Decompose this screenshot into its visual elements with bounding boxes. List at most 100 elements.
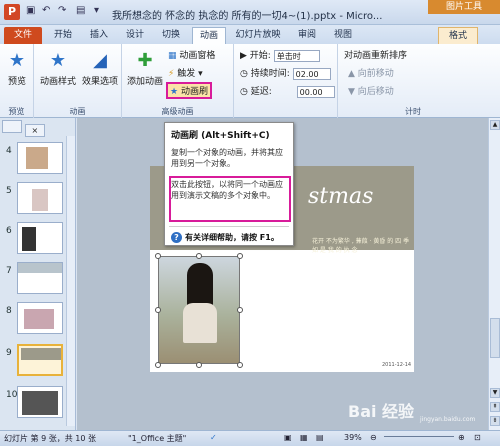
animation-pane-label: 动画窗格 [179, 51, 216, 61]
canvas-scrollbar[interactable]: ▲ ▼ ⇞ ⇟ [488, 118, 500, 430]
slide-thumbnail[interactable] [17, 262, 63, 294]
animation-painter-button[interactable]: ★ 动画刷 [166, 82, 212, 99]
panel-scrollbar[interactable] [66, 136, 75, 426]
next-slide-icon[interactable]: ⇟ [490, 416, 500, 426]
slide-thumbnail[interactable] [17, 386, 63, 418]
effect-options-button[interactable]: ◢ 效果选项 [80, 50, 120, 87]
slide-thumbnail-selected[interactable] [17, 344, 63, 376]
delay-label: 延迟: [250, 87, 272, 97]
up-arrow-icon: ▲ [348, 69, 355, 79]
slides-tab[interactable] [2, 120, 22, 133]
window-title: 我所想念的 怀念的 执念的 所有的一切4~(1).pptx - Micro... [112, 11, 383, 22]
down-arrow-icon: ▼ [348, 87, 355, 97]
slide-thumbnail[interactable] [17, 222, 63, 254]
save-icon[interactable]: ▣ [26, 5, 35, 16]
tab-view[interactable]: 视图 [328, 27, 358, 44]
resize-handle[interactable] [237, 307, 243, 313]
normal-view-icon[interactable]: ▣ [284, 433, 292, 442]
reorder-title: 对动画重新排序 [344, 51, 408, 61]
picture-tools-label: 图片工具 [428, 0, 500, 14]
scroll-up-icon[interactable]: ▲ [490, 120, 500, 130]
slide-number: 10 [6, 390, 18, 400]
tooltip-description: 复制一个对象的动画，并将其应用到另一个对象。 [171, 148, 283, 168]
preview-label: 预览 [7, 77, 26, 87]
add-animation-icon: ✚ [137, 50, 153, 71]
resize-handle[interactable] [155, 362, 161, 368]
scroll-thumb[interactable] [490, 318, 500, 358]
animation-styles-button[interactable]: ★ 动画样式 [38, 50, 78, 87]
animation-pane-button[interactable]: ▦ 动画窗格 [168, 48, 215, 61]
move-later-label: 向后移动 [357, 87, 394, 97]
photo-figure-dress [183, 303, 217, 343]
tab-format[interactable]: 格式 [438, 27, 478, 44]
add-animation-label: 添加动画 [126, 77, 163, 87]
duration-input[interactable]: 02.00 [292, 67, 331, 80]
prev-slide-icon[interactable]: ⇞ [490, 402, 500, 412]
start-select[interactable]: 单击时 [273, 49, 320, 62]
delay-input[interactable]: 00.00 [296, 85, 335, 98]
move-earlier-label: 向前移动 [357, 69, 394, 79]
resize-handle[interactable] [155, 307, 161, 313]
reading-view-icon[interactable]: ▤ [316, 433, 324, 442]
resize-handle[interactable] [155, 253, 161, 259]
effect-options-label: 效果选项 [81, 77, 118, 87]
zoom-in-icon[interactable]: ⊕ [458, 433, 465, 442]
animation-pane-icon: ▦ [168, 51, 177, 61]
selected-photo[interactable] [158, 256, 240, 364]
tab-review[interactable]: 审阅 [292, 27, 322, 44]
tab-insert[interactable]: 插入 [84, 27, 114, 44]
trigger-label: 触发 [177, 69, 196, 79]
zoom-slider[interactable] [384, 436, 454, 442]
add-animation-button[interactable]: ✚ 添加动画 [126, 50, 164, 87]
sorter-view-icon[interactable]: ▦ [300, 433, 308, 442]
title-art: stmas [308, 184, 374, 209]
tooltip-help: ? 有关详细帮助，请按 F1。 [171, 232, 279, 243]
qat-menu-icon[interactable]: ▾ [94, 5, 99, 16]
slide-thumbnail[interactable] [17, 182, 63, 214]
resize-handle[interactable] [196, 253, 202, 259]
zoom-out-icon[interactable]: ⊖ [370, 433, 377, 442]
spellcheck-icon[interactable]: ✓ [210, 433, 217, 442]
slide-number: 4 [6, 146, 12, 156]
move-later-button[interactable]: ▼ 向后移动 [348, 84, 394, 97]
slide-info: 幻灯片 第 9 张，共 10 张 [4, 434, 96, 443]
resize-handle[interactable] [237, 253, 243, 259]
outline-tab[interactable]: × [24, 124, 45, 137]
zoom-level[interactable]: 39% [344, 433, 362, 442]
preview-button[interactable]: ★ 预览 [4, 50, 30, 87]
resize-handle[interactable] [237, 362, 243, 368]
theme-name: "1_Office 主题" [128, 434, 187, 443]
panel-tabs: × [2, 120, 74, 137]
duration-label: 持续时间: [250, 69, 290, 79]
slide-thumbnail[interactable] [17, 302, 63, 334]
delay-row: ◷ 延迟: 00.00 [240, 84, 335, 98]
preview-group: ★ 预览 预览 [0, 44, 34, 118]
title-bar: P ▣ ↶ ↷ ▤ ▾ 我所想念的 怀念的 执念的 所有的一切4~(1).ppt… [0, 0, 500, 25]
trigger-button[interactable]: ⚡ 触发 ▾ [168, 66, 203, 79]
timing-group: ▶ 开始: 单击时 ◷ 持续时间: 02.00 ◷ 延迟: 00.00 计时 [234, 44, 421, 118]
tab-transitions[interactable]: 切换 [156, 27, 186, 44]
effect-options-icon: ◢ [93, 50, 107, 71]
start-label: 开始: [249, 51, 271, 61]
resize-handle[interactable] [196, 362, 202, 368]
tab-animations[interactable]: 动画 [192, 27, 226, 44]
slide-thumbnail[interactable] [17, 142, 63, 174]
animation-group-label: 动画 [69, 107, 86, 116]
redo-icon[interactable]: ↷ [58, 5, 66, 16]
tab-home[interactable]: 开始 [48, 27, 78, 44]
tab-slideshow[interactable]: 幻灯片放映 [230, 27, 286, 44]
undo-icon[interactable]: ↶ [42, 5, 50, 16]
preview-star-icon: ★ [8, 50, 26, 71]
tooltip-divider [169, 226, 289, 227]
status-bar: 幻灯片 第 9 张，共 10 张 "1_Office 主题" ✓ ▣ ▦ ▤ 3… [0, 430, 500, 446]
start-row: ▶ 开始: 单击时 [240, 48, 320, 62]
tab-file[interactable]: 文件 [4, 27, 42, 44]
tab-design[interactable]: 设计 [120, 27, 150, 44]
watermark-url: jingyan.baidu.com [420, 416, 476, 423]
scroll-down-icon[interactable]: ▼ [490, 388, 500, 398]
fit-window-icon[interactable]: ⊡ [474, 433, 481, 442]
banner-text: 花开 不为繁华 , 蒹葭 · 黄昏 的 四 季 如 是 我 的 执 念 [312, 238, 410, 254]
move-earlier-button[interactable]: ▲ 向前移动 [348, 66, 394, 79]
slide-number: 9 [6, 348, 12, 358]
folder-icon[interactable]: ▤ [76, 5, 85, 16]
